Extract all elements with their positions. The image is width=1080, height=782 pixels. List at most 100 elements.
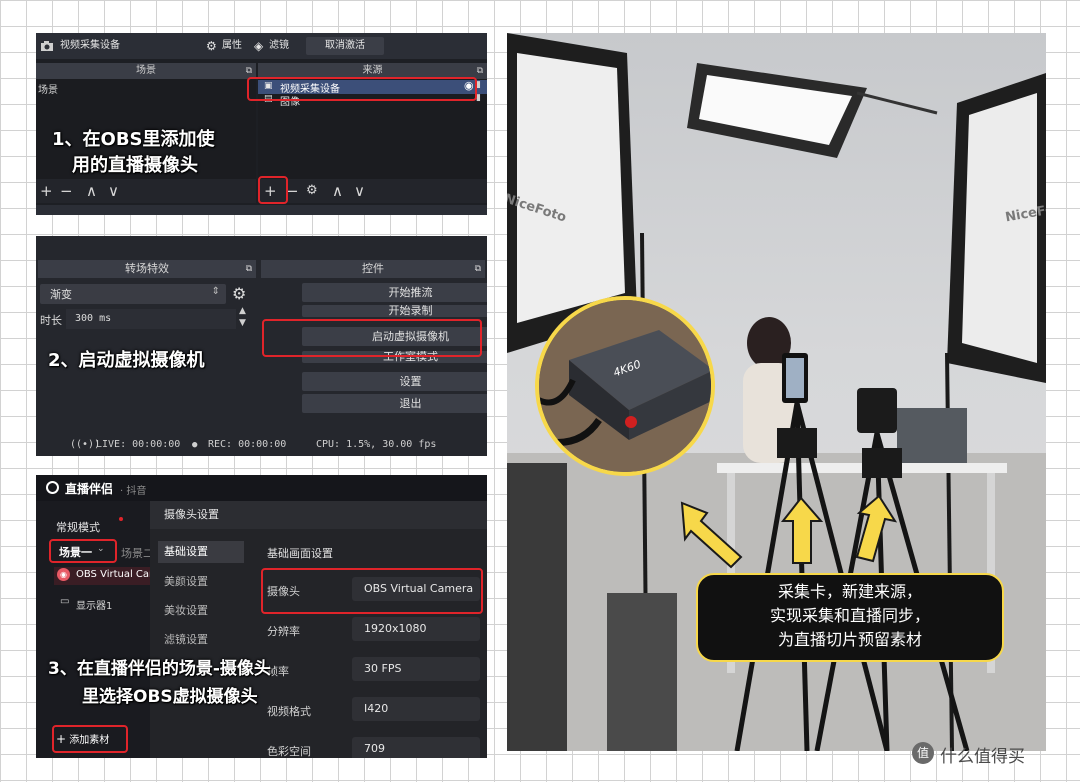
transition-value: 渐变 (50, 288, 72, 301)
app-logo-icon (46, 481, 59, 494)
move-up-icon[interactable]: ∧ (86, 182, 97, 200)
highlight-box (49, 539, 117, 563)
field-label: 色彩空间 (267, 745, 311, 758)
spin-down-icon[interactable]: ▼ (239, 318, 246, 329)
highlight-box (258, 176, 288, 204)
gear-icon[interactable]: ⚙ (306, 182, 318, 200)
sources-header: 来源 (362, 65, 383, 76)
section-title: 基础画面设置 (267, 547, 333, 560)
controls-header: 控件 (362, 262, 384, 275)
filter-icon[interactable]: ◈ (254, 37, 263, 55)
move-down-icon[interactable]: ∨ (108, 182, 119, 200)
step1-annotation: 1、在OBS里添加使 用的直播摄像头 (52, 127, 215, 179)
add-icon[interactable]: + (40, 182, 53, 200)
video-format-select[interactable]: I420 (352, 697, 480, 721)
settings-nav: 基础设置 美颜设置 美妆设置 滤镜设置 (150, 529, 249, 758)
site-watermark: 值 什么值得买 (912, 740, 1072, 768)
move-up-icon[interactable]: ∧ (332, 182, 343, 200)
exit-button[interactable]: 退出 (302, 394, 487, 413)
field-label: 分辨率 (267, 625, 300, 638)
deactivate-button[interactable]: 取消激活 (306, 37, 384, 55)
app-subtitle: · 抖音 (120, 486, 147, 497)
highlight-box (52, 725, 128, 753)
transitions-header: 转场特效 (125, 262, 169, 275)
nav-filter-settings[interactable]: 滤镜设置 (158, 629, 244, 651)
note-line: 实现采集和直播同步， (769, 606, 930, 625)
dock-float-icon[interactable]: ⧉ (246, 260, 252, 278)
controls-dock-header: 控件 ⧉ (261, 260, 485, 278)
settings-button[interactable]: 设置 (302, 372, 487, 391)
color-space-select[interactable]: 709 (352, 737, 480, 758)
capture-card-note: 采集卡，新建来源， 实现采集和直播同步， 为直播切片预留素材 (696, 573, 1004, 662)
start-recording-button[interactable]: 开始录制 (302, 305, 487, 317)
notification-dot (119, 517, 123, 521)
arrow-icon (780, 496, 824, 564)
obs-sources-panel: 视频采集设备 ⚙ 属性 ◈ 滤镜 取消激活 场景 ⧉ 来源 ⧉ 场景 ▣ 视频采… (36, 33, 487, 215)
highlight-box (261, 568, 483, 614)
studio-photo: NiceFoto NiceFoto 4K60 采集卡，新建来源， 实现采集和直播… (507, 33, 1046, 751)
framerate-select[interactable]: 30 FPS (352, 657, 480, 681)
status-bar: ((•)) LIVE: 00:00:00 ● REC: 00:00:00 CPU… (36, 434, 487, 456)
monitor-icon: ▭ (60, 596, 70, 607)
duration-label: 时长 (40, 314, 62, 327)
highlight-box (247, 77, 477, 101)
arrow-icon (680, 501, 743, 569)
annotation-line: 3、在直播伴侣的场景-摄像头 (48, 659, 271, 679)
step2-annotation: 2、启动虚拟摄像机 (48, 350, 205, 371)
transition-select[interactable]: 渐变 ⇕ (40, 284, 226, 304)
scenes-header: 场景 (136, 65, 156, 76)
cpu-status: CPU: 1.5%, 30.00 fps (316, 439, 437, 450)
transitions-dock-header: 转场特效 ⧉ (38, 260, 256, 278)
filters-button[interactable]: 滤镜 (269, 37, 289, 55)
app-titlebar: 直播伴侣 · 抖音 (36, 475, 487, 501)
gear-icon[interactable]: ⚙ (206, 37, 217, 55)
live-companion-panel: 直播伴侣 · 抖音 常规模式 场景一 ⌄ 场景二 ◉ OBS Virtual C… (36, 475, 487, 758)
start-streaming-button[interactable]: 开始推流 (302, 283, 487, 302)
note-line: 为直播切片预留素材 (777, 630, 922, 649)
scene-item[interactable]: 场景 (38, 81, 58, 96)
nav-makeup-settings[interactable]: 美妆设置 (158, 600, 244, 622)
nav-beauty-settings[interactable]: 美颜设置 (158, 571, 244, 593)
scenes-dock-header: 场景 ⧉ (36, 63, 256, 79)
nav-basic-settings[interactable]: 基础设置 (158, 541, 244, 563)
annotation-line: 里选择OBS虚拟摄像头 (82, 687, 258, 707)
arrow-icon (855, 494, 898, 563)
spin-up-icon[interactable]: ▲ (239, 306, 246, 317)
camera-settings-dialog: 摄像头设置 基础设置 美颜设置 美妆设置 滤镜设置 基础画面设置 摄像头 OBS… (150, 501, 487, 758)
window-title: 视频采集设备 (60, 40, 120, 51)
duration-input[interactable]: 300 ms (66, 309, 236, 329)
updown-icon: ⇕ (211, 286, 220, 297)
properties-button[interactable]: 属性 (222, 37, 242, 55)
camera-icon (40, 37, 54, 55)
scene-controls: + − ∧ ∨ (36, 179, 256, 203)
source-controls: + − ⚙ ∧ ∨ (258, 179, 487, 203)
resolution-select[interactable]: 1920x1080 (352, 617, 480, 641)
source-display-label: 显示器1 (76, 601, 113, 612)
source-toolbar: 视频采集设备 ⚙ 属性 ◈ 滤镜 取消激活 (36, 33, 487, 59)
rec-icon: ● (192, 440, 198, 450)
dock-float-icon[interactable]: ⧉ (475, 260, 481, 278)
highlight-box (262, 319, 482, 357)
mode-label[interactable]: 常规模式 (56, 519, 100, 535)
annotation-line: 1、在OBS里添加使 (52, 129, 215, 150)
obs-controls-panel: 转场特效 ⧉ 控件 ⧉ 渐变 ⇕ ⚙ 时长 300 ms ▲ ▼ 开始推流 开始… (36, 236, 487, 456)
panel-footer (36, 205, 487, 215)
live-status: LIVE: 00:00:00 (96, 439, 181, 450)
watermark-text: 什么值得买 (940, 747, 1025, 767)
dock-float-icon[interactable]: ⧉ (477, 63, 483, 79)
duration-value: 300 ms (75, 313, 112, 324)
camera-icon: ◉ (57, 568, 70, 581)
source-item-display[interactable]: ▭ 显示器1 (54, 595, 150, 613)
dialog-title: 摄像头设置 (150, 501, 487, 529)
note-line: 采集卡，新建来源， (777, 582, 922, 601)
source-item-camera[interactable]: ◉ OBS Virtual Camera (54, 567, 175, 585)
app-name: 直播伴侣 (65, 482, 114, 496)
gear-icon[interactable]: ⚙ (232, 284, 246, 303)
step3-annotation: 3、在直播伴侣的场景-摄像头 里选择OBS虚拟摄像头 (48, 655, 271, 711)
field-label: 视频格式 (267, 705, 311, 718)
rec-status: REC: 00:00:00 (208, 439, 287, 450)
watermark-logo-icon: 值 (912, 742, 934, 764)
remove-icon[interactable]: − (60, 182, 73, 200)
annotation-line: 用的直播摄像头 (72, 155, 198, 176)
move-down-icon[interactable]: ∨ (354, 182, 365, 200)
